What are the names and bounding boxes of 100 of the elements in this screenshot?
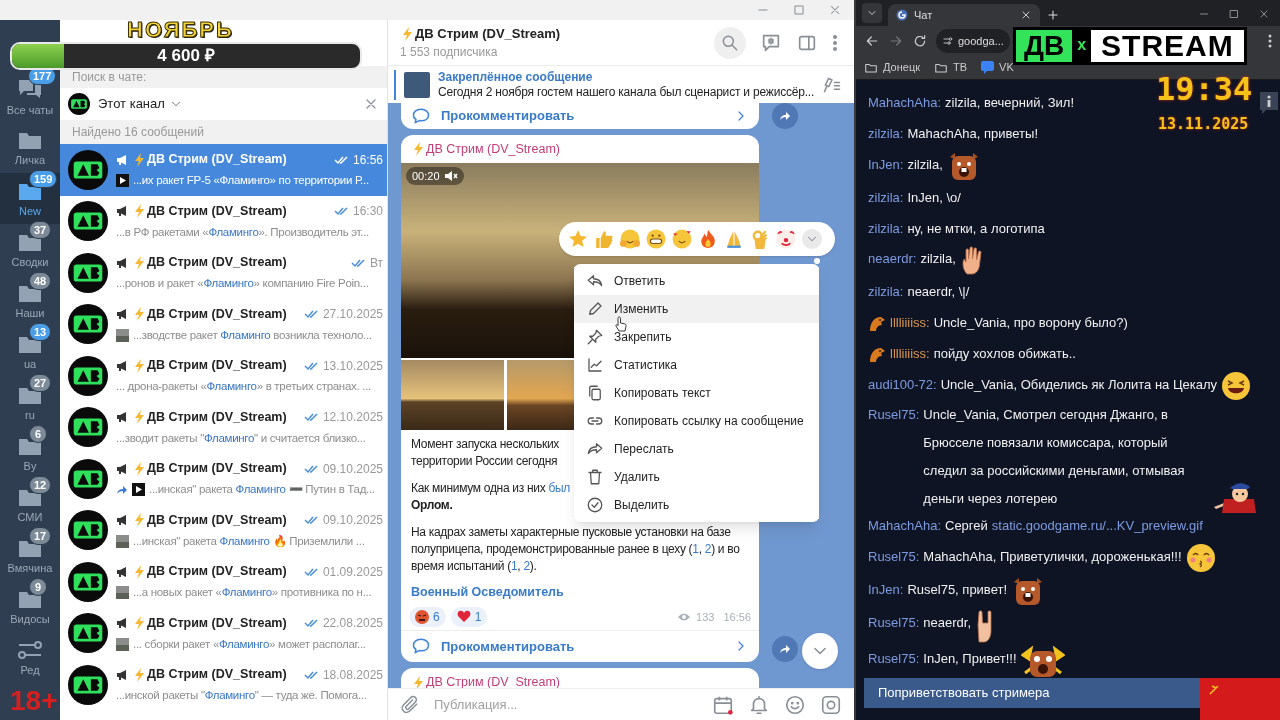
folder-label: Ред: [20, 663, 40, 677]
share-arrow-icon: [779, 643, 791, 654]
lightning-icon: [132, 409, 144, 426]
menu-item[interactable]: Копировать ссылку на сообщение: [574, 407, 819, 435]
clock-date: 13.11.2025: [1158, 115, 1249, 133]
message-input[interactable]: Публикация...: [434, 694, 698, 715]
tab-list-button[interactable]: [862, 3, 882, 23]
back-arrow-icon[interactable]: [864, 33, 880, 49]
chat-username[interactable]: MahachAha:: [868, 88, 941, 117]
check-circle-icon: [586, 496, 604, 514]
chat-username[interactable]: zilzila:: [868, 183, 904, 212]
chat-username[interactable]: lllliiiiss:: [890, 340, 930, 369]
megaphone-icon: [116, 565, 129, 578]
maximize-icon[interactable]: [1228, 8, 1240, 20]
star-icon[interactable]: [568, 229, 588, 249]
share-button[interactable]: [772, 103, 798, 129]
chat-link[interactable]: static.goodgame.ru/...KV_preview.gif: [991, 512, 1203, 541]
result-date: 09.10.2025: [322, 512, 383, 530]
menu-item[interactable]: Статистика: [574, 351, 819, 379]
channel-avatar: [68, 510, 108, 551]
forward-arrow-icon[interactable]: [888, 33, 904, 49]
search-result[interactable]: ДВ Стрим (DV_Stream) 16:56 ...их ракет FP-5 «Фламинго» по территории Р...: [60, 144, 387, 196]
folder-tab[interactable]: 159 New: [0, 173, 60, 224]
comments-link[interactable]: Прокомментировать: [401, 103, 759, 129]
chat-username[interactable]: Rusel75:: [868, 645, 920, 674]
muted-speaker-icon: [443, 170, 458, 182]
more-icon[interactable]: [832, 32, 838, 53]
menu-item[interactable]: Копировать текст: [574, 379, 819, 407]
smiley-icon[interactable]: [784, 693, 806, 716]
thumbs-up-icon[interactable]: [594, 229, 614, 249]
round-video-icon[interactable]: [820, 693, 842, 716]
trash-icon: [586, 468, 604, 486]
menu-item[interactable]: Ответить: [574, 267, 819, 295]
chat-username[interactable]: Rusel75:: [868, 608, 920, 637]
result-date: 27.10.2025: [322, 306, 383, 324]
share-button[interactable]: [772, 635, 798, 662]
lightning-icon: [132, 151, 144, 168]
megaphone-icon: [116, 668, 129, 681]
address-bar[interactable]: goodga...: [936, 29, 1010, 53]
megaphone-icon: [116, 617, 129, 630]
chat-username[interactable]: Rusel75:: [868, 543, 920, 572]
chat-username[interactable]: lllliiiiss:: [890, 309, 930, 338]
close-icon[interactable]: [1258, 8, 1270, 20]
new-tab-icon[interactable]: [1046, 8, 1060, 22]
menu-item[interactable]: Выделить: [574, 491, 819, 519]
reload-icon[interactable]: [912, 33, 928, 49]
lightning-icon: [132, 254, 144, 271]
menu-item[interactable]: Изменить: [574, 295, 819, 323]
chat-username[interactable]: Rusel75:: [868, 400, 920, 429]
message-snippet: ...ронов и ракет «Фламинго» компанию Fire Poin...: [116, 276, 369, 291]
chat-username[interactable]: audi100-72:: [868, 370, 937, 399]
reaction-chip[interactable]: 6: [409, 606, 446, 627]
search-button[interactable]: [714, 26, 746, 59]
grinning-face-icon[interactable]: [646, 229, 666, 249]
chat-username[interactable]: zilzila:: [868, 119, 904, 148]
scroll-down-button[interactable]: [802, 633, 838, 669]
message-text-line: На кадрах заметы характерные пусковые установки на базе: [411, 524, 731, 541]
info-bubble-icon: [1258, 90, 1280, 116]
menu-item[interactable]: Удалить: [574, 463, 819, 491]
browser-tab[interactable]: Чат: [888, 4, 1040, 26]
chat-username[interactable]: MahachAha:: [868, 512, 941, 541]
folder-label: ru: [25, 408, 35, 422]
message-snippet: ...инской ракеты "Фламинго" — туда же. Помога...: [116, 688, 367, 703]
close-icon[interactable]: [1020, 9, 1032, 21]
channel-avatar: [68, 664, 108, 705]
bookmark[interactable]: ТВ: [934, 59, 968, 76]
message-snippet: ...инская" ракета Фламинго ➖ Путин в Тад...: [149, 482, 375, 497]
clown-face-icon[interactable]: [776, 229, 796, 249]
hugging-face-icon[interactable]: [620, 229, 640, 249]
chat-username[interactable]: neaerdr:: [868, 245, 917, 274]
eye-icon: [677, 611, 692, 622]
lightning-icon: [132, 203, 144, 220]
chat-username[interactable]: InJen:: [868, 150, 904, 179]
message-text-line: Момент запуска нескольких: [411, 436, 560, 453]
message-author: ДВ Стрим (DV_Stream): [426, 140, 560, 158]
more-icon[interactable]: [1268, 34, 1272, 48]
bell-icon[interactable]: [748, 693, 770, 716]
folder-tab[interactable]: Ред: [0, 632, 60, 683]
pinned-message-bar[interactable]: Закреплённое сообщение Сегодня 2 ноября гостем нашего канала был сценарист и режиссёр...: [388, 65, 854, 103]
fire-icon[interactable]: [698, 229, 718, 249]
paperclip-icon[interactable]: [400, 694, 420, 715]
bookmark[interactable]: Донецк: [864, 59, 920, 76]
greet-streamer-button[interactable]: Поприветствовать стримера: [864, 678, 1200, 708]
share-arrow-icon: [779, 111, 791, 121]
unread-badge: 12: [29, 475, 52, 494]
message-text-line: Как минимум одна из них был: [411, 480, 571, 497]
smiling-hearts-icon[interactable]: [672, 229, 692, 249]
chat-username[interactable]: zilzila:: [868, 278, 904, 307]
chat-username[interactable]: InJen:: [868, 576, 904, 605]
chat-username[interactable]: zilzila:: [868, 214, 904, 243]
lightning-icon: [400, 25, 412, 42]
signature-link[interactable]: Военный Осведомитель: [411, 583, 564, 602]
scope-dropdown[interactable]: Этот канал: [98, 94, 183, 114]
bookmark[interactable]: VK: [981, 59, 1014, 76]
reaction-chip[interactable]: 1: [450, 606, 488, 627]
expand-reactions-button[interactable]: [802, 229, 822, 249]
unread-badge: 9: [29, 577, 47, 596]
menu-item[interactable]: Закрепить: [574, 323, 819, 351]
menu-item[interactable]: Переслать: [574, 435, 819, 463]
comments-link[interactable]: Прокомментировать: [401, 629, 759, 662]
